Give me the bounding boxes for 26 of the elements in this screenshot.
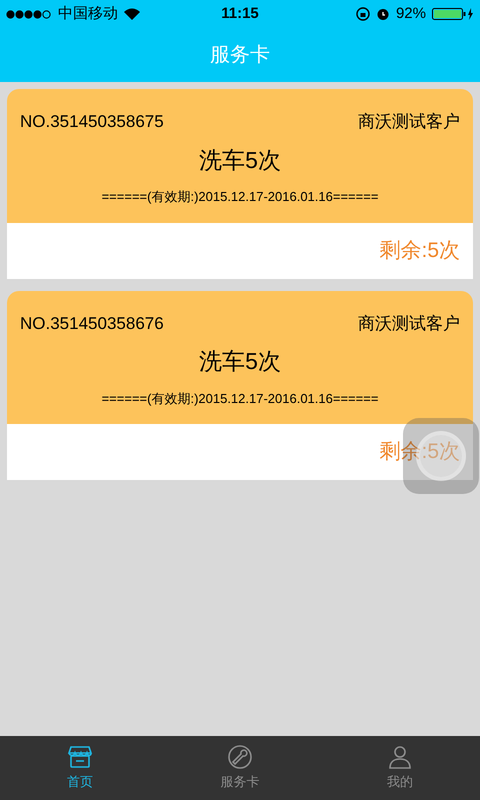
storefront-icon [67, 744, 93, 770]
battery-charging-icon [432, 7, 474, 21]
person-icon [387, 744, 413, 770]
wrench-icon [227, 744, 253, 770]
wifi-icon [124, 8, 140, 20]
validity-period: ======(有效期:)2015.12.17-2016.01.16====== [102, 390, 378, 408]
page-title: 服务卡 [210, 43, 270, 68]
card-number: NO.351450358675 [20, 111, 164, 133]
carrier-name: 中国移动 [58, 4, 118, 24]
battery-percent: 92% [396, 4, 426, 24]
assistive-touch-button[interactable] [403, 418, 479, 494]
remaining-count: 剩余:5次 [379, 238, 460, 264]
alarm-icon [376, 7, 390, 21]
customer-name: 商沃测试客户 [358, 111, 460, 133]
remaining-count: 剩余:5次 [379, 439, 460, 466]
validity-period: ======(有效期:)2015.12.17-2016.01.16====== [102, 188, 378, 206]
service-name: 洗车5次 [199, 347, 281, 376]
rotation-lock-icon [356, 7, 370, 21]
tab-bar-item[interactable]: 首页 [0, 736, 160, 800]
tab-bar-item[interactable]: 服务卡 [160, 736, 320, 800]
customer-name: 商沃测试客户 [358, 312, 460, 334]
service-name: 洗车5次 [199, 146, 281, 174]
card-number: NO.351450358676 [20, 312, 164, 334]
tab-bar-item[interactable]: 我的 [320, 736, 480, 800]
signal-icon [6, 10, 52, 18]
status-time: 11:15 [220, 4, 260, 24]
